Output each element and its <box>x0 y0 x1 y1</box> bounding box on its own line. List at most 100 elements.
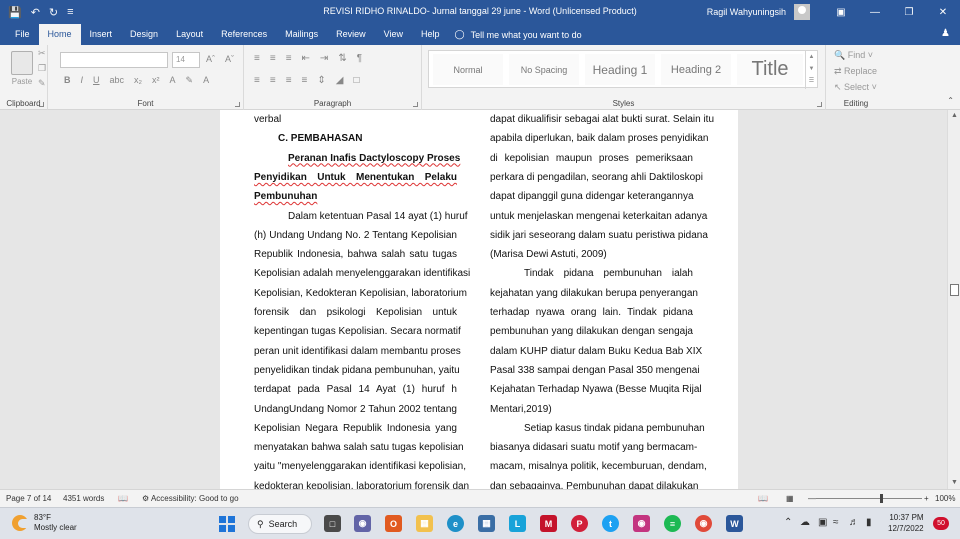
ribbon-display-options-icon[interactable]: ▣ <box>824 0 858 24</box>
increase-indent-icon[interactable]: ⇥ <box>320 53 328 64</box>
style-no-spacing[interactable]: No Spacing <box>509 54 579 85</box>
bold-icon[interactable]: B <box>64 75 71 86</box>
numbering-icon[interactable]: ≡ <box>270 53 276 64</box>
tab-help[interactable]: Help <box>412 24 449 45</box>
text-line[interactable]: verbal <box>254 114 457 128</box>
text-line[interactable]: Kepolisian adalah menyelenggarakan ident… <box>254 268 470 282</box>
document-area[interactable]: verbal C. PEMBAHASAN Peranan Inafis Dactyl… <box>0 110 947 489</box>
text-line[interactable]: terhadap nyawa orang lain. Tindak pidana <box>490 307 693 321</box>
cut-icon[interactable]: ✂ <box>38 48 46 59</box>
style-heading-1[interactable]: Heading 1 <box>585 54 655 85</box>
collapse-ribbon-icon[interactable]: ⌃ <box>947 96 954 105</box>
wifi-icon[interactable]: ≈ <box>833 517 839 528</box>
text-line[interactable]: peran unit identifikasi dalam membantu p… <box>254 346 461 360</box>
style-heading-2[interactable]: Heading 2 <box>661 54 731 85</box>
teams-icon[interactable]: ◉ <box>354 515 371 532</box>
show-hidden-icons[interactable]: ⌃ <box>784 517 792 528</box>
accessibility-status[interactable]: ⚙ Accessibility: Good to go <box>142 494 239 503</box>
read-mode-icon[interactable]: 📖 <box>758 494 768 503</box>
instagram-icon[interactable]: ◉ <box>633 515 650 532</box>
text-line[interactable]: untuk menjelaskan mengenai keterkaitan a… <box>490 211 707 225</box>
text-line[interactable]: kedokteran kepolisian, laboratorium fore… <box>254 481 469 489</box>
text-line[interactable]: dan sebagainya. Pembunuhan dapat dilakuk… <box>490 481 699 489</box>
text-line[interactable]: terdapat pada Pasal 14 Ayat (1) huruf h <box>254 384 457 398</box>
battery-icon[interactable]: ▮ <box>866 517 872 528</box>
multilevel-list-icon[interactable]: ≡ <box>286 53 292 64</box>
text-line[interactable]: perkara di pengadilan, seorang ahli Dakt… <box>490 172 703 186</box>
close-icon[interactable]: ✕ <box>926 0 960 24</box>
decrease-indent-icon[interactable]: ⇤ <box>302 53 310 64</box>
share-icon[interactable]: ♟ <box>941 28 950 39</box>
paste-button[interactable]: Paste <box>8 51 36 86</box>
copy-icon[interactable]: ❐ <box>38 63 46 74</box>
text-line[interactable]: (h) Undang Undang No. 2 Tentang Kepolisi… <box>254 230 457 244</box>
text-line[interactable]: apabila diperlukan, baik dalam proses pe… <box>490 133 708 147</box>
text-line[interactable]: (Marisa Dewi Astuti, 2009) <box>490 249 693 263</box>
text-line[interactable]: kejahatan yang dilakukan berupa penyeran… <box>490 288 698 302</box>
styles-more-icon[interactable]: ▲ ▼ ☰ <box>805 51 817 89</box>
text-effects-icon[interactable]: A <box>170 75 176 86</box>
shrink-font-icon[interactable]: Aˇ <box>225 54 234 64</box>
zoom-slider-thumb[interactable] <box>880 494 883 503</box>
zoom-in-icon[interactable]: + <box>924 494 929 503</box>
highlight-icon[interactable]: ✎ <box>186 75 194 86</box>
text-line[interactable]: menyatakan bahwa salah satu tugas kepoli… <box>254 442 464 456</box>
weather-widget[interactable]: 83°F Mostly clear <box>12 513 77 533</box>
show-marks-icon[interactable]: ¶ <box>357 53 362 64</box>
style-normal[interactable]: Normal <box>433 54 503 85</box>
tab-home[interactable]: Home <box>38 24 81 45</box>
borders-icon[interactable]: □ <box>353 75 359 86</box>
zoom-slider[interactable] <box>816 498 922 499</box>
find-button[interactable]: 🔍 Find ˅ <box>834 50 873 61</box>
volume-icon[interactable]: ♬ <box>849 517 859 528</box>
text-line[interactable]: C. PEMBAHASAN <box>278 133 481 147</box>
zoom-out-icon[interactable]: — <box>808 494 816 503</box>
customize-qat-icon[interactable]: ≡ <box>67 6 73 18</box>
twitter-icon[interactable]: t <box>602 515 619 532</box>
strikethrough-icon[interactable]: abc <box>110 75 125 86</box>
text-line[interactable]: yaitu "menyelenggarakan identifikasi kep… <box>254 461 466 475</box>
font-size-box[interactable]: 14 <box>172 52 200 68</box>
select-button[interactable]: ↖ Select ˅ <box>834 82 877 93</box>
style-title[interactable]: Title <box>737 54 803 85</box>
print-layout-icon[interactable]: ▦ <box>786 494 794 503</box>
text-line[interactable]: dapat dipanggil guna didengar keterangan… <box>490 191 694 205</box>
store-icon[interactable]: ▦ <box>478 515 495 532</box>
paragraph-launcher-icon[interactable] <box>413 102 418 107</box>
format-painter-icon[interactable]: ✎ <box>38 78 46 89</box>
text-line[interactable]: dalam KUHP diatur dalam Buku Kedua Bab X… <box>490 346 702 360</box>
file-explorer-icon[interactable]: ▦ <box>416 515 433 532</box>
font-launcher-icon[interactable] <box>235 102 240 107</box>
text-line[interactable]: Penyidikan Untuk Menentukan Pelaku <box>254 172 457 186</box>
text-line[interactable]: biasanya didasari suatu motif yang berma… <box>490 442 697 456</box>
clipboard-launcher-icon[interactable] <box>39 102 44 107</box>
italic-icon[interactable]: I <box>81 75 84 86</box>
tab-view[interactable]: View <box>375 24 412 45</box>
text-line[interactable]: Kepolisian, Kedokteran Kepolisian, labor… <box>254 288 467 302</box>
scroll-down-icon[interactable]: ▼ <box>948 477 960 489</box>
undo-icon[interactable]: ↶ <box>31 6 40 19</box>
save-icon[interactable]: 💾 <box>8 6 22 19</box>
vertical-scrollbar[interactable]: ▲ ▼ <box>947 110 960 489</box>
text-line[interactable]: Tindak pidana pembunuhan ialah <box>524 268 693 282</box>
word-taskbar-icon[interactable]: W <box>726 515 743 532</box>
tab-design[interactable]: Design <box>121 24 167 45</box>
start-icon[interactable] <box>219 516 235 532</box>
zoom-level[interactable]: 100% <box>935 494 955 503</box>
restore-icon[interactable]: ❐ <box>892 0 926 24</box>
camera-icon[interactable]: ▣ <box>818 517 827 528</box>
underline-icon[interactable]: U <box>93 75 100 86</box>
chrome-icon[interactable]: ◉ <box>695 515 712 532</box>
tab-file[interactable]: File <box>6 24 39 45</box>
redo-icon[interactable]: ↻ <box>49 6 58 19</box>
text-line[interactable]: forensik dan psikologi Kepolisian untuk <box>254 307 457 321</box>
text-line[interactable]: penyelidikan tindak pidana pembunuhan, y… <box>254 365 460 379</box>
text-line[interactable]: Republik Indonesia, bahwa salah satu tug… <box>254 249 457 263</box>
text-line[interactable]: Dalam ketentuan Pasal 14 ayat (1) huruf <box>288 211 468 225</box>
notification-badge[interactable]: 50 <box>933 517 949 530</box>
text-line[interactable]: sidik jari seseorang dalam suatu peristi… <box>490 230 708 244</box>
text-line[interactable]: dapat dikualifisir sebagai alat bukti su… <box>490 114 714 128</box>
text-line[interactable]: di kepolisian maupun proses pemeriksaan <box>490 153 693 167</box>
line-spacing-icon[interactable]: ⇕ <box>317 75 325 86</box>
pinterest-icon[interactable]: P <box>571 515 588 532</box>
